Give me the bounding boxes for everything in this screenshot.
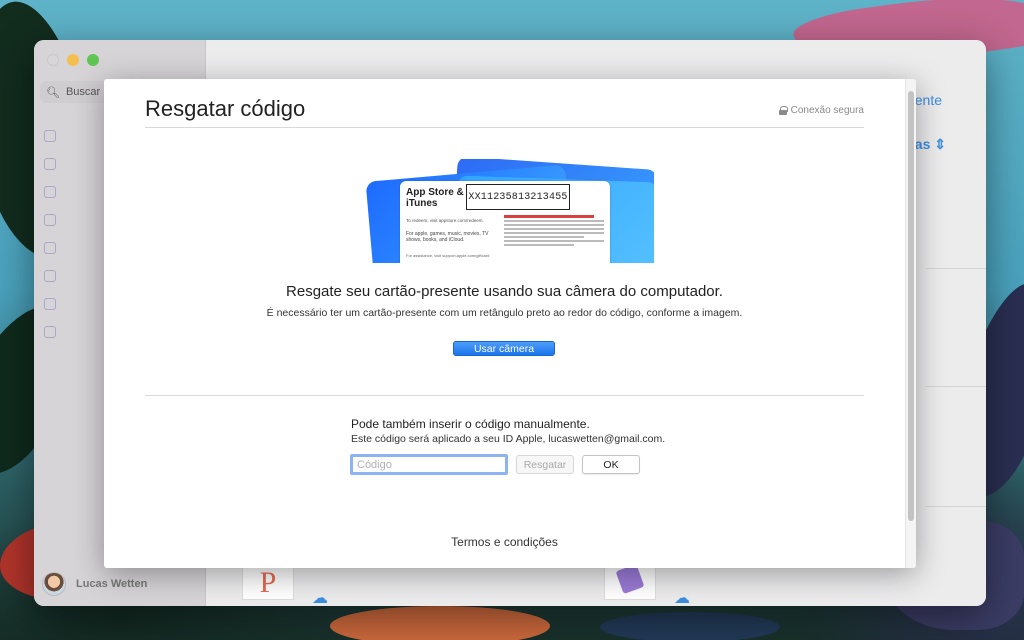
manual-entry-subtitle: Este código será aplicado a seu ID Apple… — [351, 433, 666, 445]
gift-card-uses-text: For apple, games, music, movies, TV show… — [406, 231, 489, 243]
lock-icon — [778, 106, 788, 115]
chevron-updown-icon: ⇕ — [934, 136, 946, 152]
search-placeholder: Buscar — [65, 86, 101, 98]
window-controls — [47, 54, 99, 66]
header-link[interactable]: ente — [915, 92, 942, 108]
paperplane-icon — [44, 214, 56, 226]
gift-card-redeem-text: To redeem, visit appstore.com/redeem. — [406, 218, 484, 223]
download-icon — [44, 326, 56, 338]
rocket-icon — [44, 242, 56, 254]
sidebar-nav — [44, 122, 64, 346]
divider — [926, 506, 986, 507]
gift-card-brand: App Store & iTunes — [406, 187, 464, 209]
redeem-button[interactable]: Resgatar — [516, 455, 574, 474]
hammer-icon — [44, 270, 56, 282]
cloud-download-icon[interactable]: ☁ — [674, 588, 690, 606]
minimize-window-button[interactable] — [67, 54, 79, 66]
manual-entry-title: Pode também inserir o código manualmente… — [351, 417, 590, 431]
camera-instructions: É necessário ter um cartão-presente com … — [266, 307, 743, 319]
scrollbar[interactable] — [905, 79, 916, 568]
brush-icon — [44, 186, 56, 198]
close-window-button[interactable] — [47, 54, 59, 66]
ok-button[interactable]: OK — [582, 455, 640, 474]
divider — [926, 386, 986, 387]
gift-card-code: XX11235813213455 — [466, 184, 570, 210]
sidebar-item-arcade[interactable] — [44, 150, 64, 178]
gift-card-fine-print — [504, 215, 604, 248]
star-icon — [44, 130, 56, 142]
divider — [926, 268, 986, 269]
sort-label: as — [914, 136, 931, 152]
sidebar-item-create[interactable] — [44, 178, 64, 206]
dialog-title: Resgatar código — [145, 96, 306, 121]
user-name: Lucas Wetten — [76, 578, 148, 590]
terms-link[interactable]: Termos e condições — [104, 535, 905, 549]
cloud-download-icon[interactable]: ☁ — [312, 588, 328, 606]
joystick-icon — [44, 158, 56, 170]
search-icon: 🔍︎ — [46, 86, 60, 99]
divider — [145, 395, 864, 396]
sidebar-item-play[interactable] — [44, 234, 64, 262]
redeem-code-dialog: Resgatar código Conexão segura App Store… — [104, 79, 916, 568]
divider — [145, 127, 864, 128]
camera-headline: Resgate seu cartão-presente usando sua c… — [286, 283, 723, 300]
grid-icon — [44, 298, 56, 310]
sidebar-item-discover[interactable] — [44, 122, 64, 150]
account-button[interactable]: Lucas Wetten — [42, 572, 147, 596]
sidebar-item-updates[interactable] — [44, 318, 64, 346]
secure-connection-text: Conexão segura — [790, 105, 864, 116]
avatar — [42, 572, 66, 596]
sidebar-item-develop[interactable] — [44, 262, 64, 290]
scrollbar-thumb[interactable] — [908, 91, 914, 521]
use-camera-button[interactable]: Usar câmera — [453, 341, 555, 356]
code-input[interactable] — [350, 454, 508, 475]
sidebar-item-categories[interactable] — [44, 290, 64, 318]
zoom-window-button[interactable] — [87, 54, 99, 66]
gift-card-front: App Store & iTunes XX11235813213455 To r… — [400, 181, 610, 263]
sort-dropdown[interactable]: as ⇕ — [915, 136, 946, 153]
secure-connection-label: Conexão segura — [778, 105, 864, 116]
gift-card-illustration: App Store & iTunes XX11235813213455 To r… — [366, 159, 654, 263]
sidebar-item-work[interactable] — [44, 206, 64, 234]
gift-card-assistance-text: For assistance, visit support.apple.com/… — [406, 253, 490, 258]
